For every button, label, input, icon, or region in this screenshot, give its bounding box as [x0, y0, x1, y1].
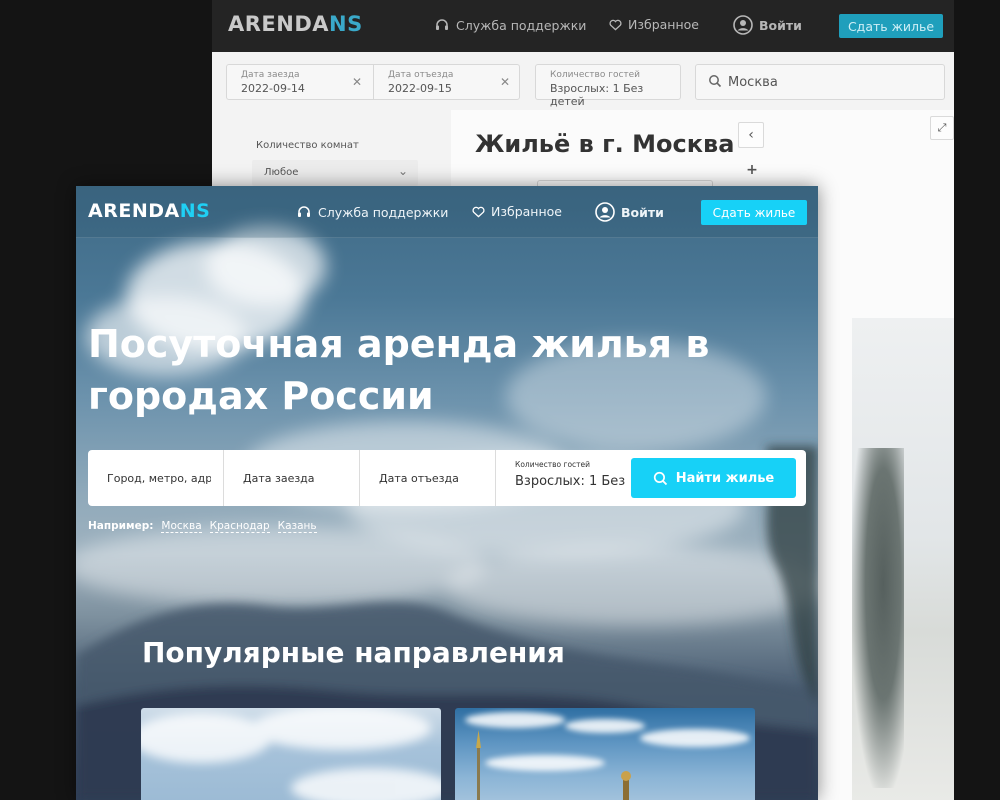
user-icon	[595, 202, 615, 222]
support-label: Служба поддержки	[318, 204, 449, 220]
examples-label: Например:	[88, 520, 154, 532]
guests-value: Взрослых: 1 Без детей	[515, 474, 625, 489]
popular-destinations-title: Популярные направления	[142, 636, 565, 669]
chevron-down-icon: ⌄	[397, 164, 408, 178]
example-link-moscow[interactable]: Москва	[161, 520, 202, 533]
logo-part2: NS	[329, 12, 363, 36]
destination-card[interactable]	[141, 708, 441, 800]
rooms-value: Любое	[264, 167, 299, 178]
login-link[interactable]: Войти	[595, 202, 664, 222]
guests-field[interactable]: Количество гостей Взрослых: 1 Без детей	[535, 64, 681, 108]
list-property-button[interactable]: Сдать жилье	[839, 14, 943, 38]
list-property-button[interactable]: Сдать жилье	[701, 200, 807, 225]
clear-checkin-icon[interactable]: ✕	[352, 75, 362, 89]
guests-field[interactable]: Количество гостей Взрослых: 1 Без детей	[496, 450, 632, 506]
checkout-field[interactable]: Дата отъезда	[360, 450, 496, 506]
destination-photo	[141, 708, 441, 800]
heart-icon	[472, 206, 485, 218]
favorites-link[interactable]: Избранное	[472, 204, 562, 219]
guests-caption: Количество гостей	[515, 460, 591, 469]
landing-logo[interactable]: ARENDANS	[88, 200, 210, 222]
date-divider	[373, 65, 374, 99]
heart-icon	[609, 19, 622, 31]
find-housing-label: Найти жилье	[675, 470, 775, 486]
location-placeholder: Город, метро, адрес...	[107, 472, 211, 485]
landing-page-window: ARENDANS Служба поддержки Избранное Войт…	[76, 186, 818, 800]
collapse-map-button[interactable]: ‹	[738, 122, 764, 148]
city-search-value: Москва	[728, 75, 778, 90]
checkout-caption: Дата отъезда	[388, 70, 454, 80]
logo-part2: NS	[179, 200, 211, 222]
destination-card[interactable]	[455, 708, 755, 800]
rooms-select[interactable]: Любое ⌄	[252, 160, 418, 186]
chevron-left-icon: ‹	[748, 127, 754, 143]
favorites-label: Избранное	[628, 17, 699, 32]
results-header: ARENDANS Служба поддержки Избранное Войт…	[212, 0, 954, 52]
checkout-placeholder: Дата отъезда	[379, 472, 459, 485]
filters-bar: Дата заезда 2022-09-14 ✕ Дата отъезда 20…	[212, 64, 954, 108]
example-link-krasnodar[interactable]: Краснодар	[209, 520, 270, 533]
favorites-label: Избранное	[491, 204, 562, 219]
search-form: Город, метро, адрес... Дата заезда Дата …	[88, 450, 806, 506]
results-title: Жильё в г. Москва	[475, 130, 735, 158]
support-label: Служба поддержки	[456, 17, 587, 33]
search-examples: Например: Москва Краснодар Казань	[88, 520, 317, 533]
example-link-kazan[interactable]: Казань	[277, 520, 317, 533]
location-field[interactable]: Город, метро, адрес...	[88, 450, 224, 506]
login-label: Войти	[621, 204, 664, 220]
checkin-placeholder: Дата заезда	[243, 472, 315, 485]
checkout-value: 2022-09-15	[388, 82, 452, 95]
date-range-field[interactable]: Дата заезда 2022-09-14 ✕ Дата отъезда 20…	[226, 64, 520, 100]
expand-icon: ⤢	[937, 121, 947, 134]
plus-icon: +	[746, 162, 758, 178]
fullscreen-map-button[interactable]: ⤢	[930, 116, 954, 140]
checkin-field[interactable]: Дата заезда	[224, 450, 360, 506]
hero-title: Посуточная аренда жилья в городах России	[88, 322, 710, 418]
clear-checkout-icon[interactable]: ✕	[500, 75, 510, 89]
login-link[interactable]: Войти	[733, 15, 802, 35]
rooms-label: Количество комнат	[256, 140, 359, 151]
support-link[interactable]: Служба поддержки	[296, 204, 448, 220]
search-icon	[653, 471, 667, 485]
zoom-in-button[interactable]: +	[739, 157, 765, 183]
logo-part1: ARENDA	[228, 12, 330, 36]
checkin-value: 2022-09-14	[241, 82, 305, 95]
logo-part1: ARENDA	[88, 200, 180, 222]
find-housing-button[interactable]: Найти жилье	[631, 458, 796, 498]
headset-icon	[298, 206, 310, 217]
support-link[interactable]: Служба поддержки	[434, 17, 586, 33]
destination-photo	[465, 712, 750, 800]
login-label: Войти	[759, 17, 802, 33]
city-search-field[interactable]: Москва	[695, 64, 945, 100]
headset-icon	[436, 19, 448, 30]
search-icon	[709, 75, 722, 88]
checkin-caption: Дата заезда	[241, 70, 300, 80]
results-logo[interactable]: ARENDANS	[228, 12, 363, 36]
landing-header: ARENDANS Служба поддержки Избранное Войт…	[76, 186, 818, 238]
map-scenery-image	[852, 318, 954, 800]
favorites-link[interactable]: Избранное	[609, 17, 699, 32]
tree-silhouette	[852, 448, 904, 788]
guests-caption: Количество гостей	[550, 70, 641, 80]
guests-value: Взрослых: 1 Без детей	[550, 82, 644, 108]
user-icon	[733, 15, 753, 35]
